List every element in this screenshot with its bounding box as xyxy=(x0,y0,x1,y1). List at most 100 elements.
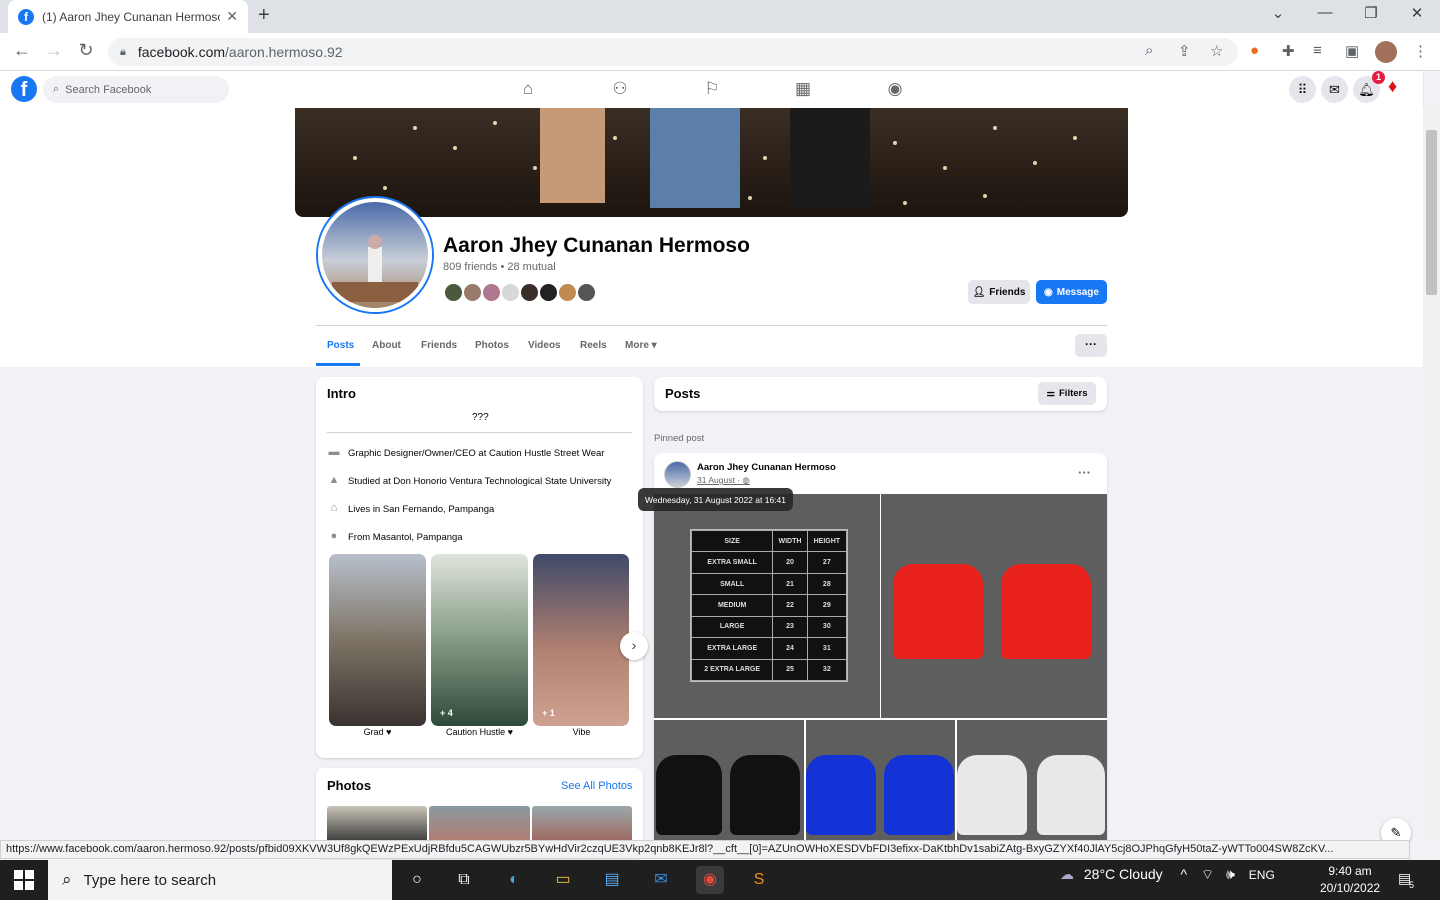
puzzle-extensions-icon[interactable]: ✚ xyxy=(1282,42,1295,60)
menu-grid-icon[interactable]: ⠿ xyxy=(1289,76,1316,103)
weather-text[interactable]: 28°C Cloudy xyxy=(1084,866,1163,882)
windows-start-icon[interactable] xyxy=(14,870,34,890)
size-cell: 30 xyxy=(806,615,848,639)
facebook-favicon-icon: f xyxy=(18,8,34,25)
bookmark-star-icon[interactable]: ☆ xyxy=(1210,42,1223,60)
featured-collection-grad[interactable] xyxy=(329,554,426,726)
tab-close-icon[interactable]: ✕ xyxy=(226,8,238,25)
browser-tab[interactable]: f (1) Aaron Jhey Cunanan Hermoso ✕ xyxy=(8,0,248,33)
tab-more[interactable]: More ▾ xyxy=(625,340,657,351)
post-author-avatar[interactable] xyxy=(664,461,691,488)
wifi-icon[interactable]: ⌔ xyxy=(1201,866,1214,882)
profile-picture[interactable] xyxy=(318,198,432,312)
red-shirt-front xyxy=(893,564,983,659)
marketplace-icon[interactable]: ▦ xyxy=(788,79,818,99)
zoom-icon[interactable]: ⌕ xyxy=(1145,42,1153,59)
featured-collection-vibe[interactable]: + 1 xyxy=(533,554,629,726)
notification-count: 5 xyxy=(1409,880,1415,890)
edge-icon[interactable]: ◐ xyxy=(500,866,528,894)
restore-button[interactable]: ❐ xyxy=(1356,4,1386,22)
taskbar-search-box[interactable]: ⌕ Type here to search xyxy=(48,860,392,900)
bio-text: ??? xyxy=(472,412,489,423)
size-cell: 21 xyxy=(772,572,808,596)
chevron-right-icon[interactable]: › xyxy=(620,632,648,660)
mutual-friend-avatar[interactable] xyxy=(443,282,464,303)
chrome-icon[interactable]: ◉ xyxy=(696,866,724,894)
media-control-icon[interactable]: ≡ xyxy=(1313,42,1322,59)
facebook-logo[interactable]: f xyxy=(11,76,37,102)
mutual-friend-avatar[interactable] xyxy=(576,282,597,303)
mutual-friend-avatar[interactable] xyxy=(462,282,483,303)
tab-friends[interactable]: Friends xyxy=(421,340,457,351)
sublime-icon[interactable]: S xyxy=(745,866,773,894)
friends-icon[interactable]: ⚇ xyxy=(605,79,635,99)
friends-button[interactable]: 👤︎ Friends xyxy=(968,280,1030,304)
white-shirt-front xyxy=(957,755,1027,835)
side-panel-icon[interactable]: ▣ xyxy=(1345,42,1359,60)
intro-item-lives: ⌂ Lives in San Fernando, Pampanga xyxy=(327,502,495,516)
extension-icon[interactable]: ● xyxy=(1250,42,1259,59)
post-author-name[interactable]: Aaron Jhey Cunanan Hermoso xyxy=(697,462,836,473)
close-window-button[interactable]: ✕ xyxy=(1402,4,1432,22)
volume-icon[interactable]: 🕪︎ xyxy=(1226,866,1235,882)
mutual-friend-avatar[interactable] xyxy=(500,282,521,303)
tab-videos[interactable]: Videos xyxy=(528,340,561,351)
store-icon[interactable]: ▤ xyxy=(598,866,626,894)
system-clock[interactable]: 9:40 am 20/10/2022 xyxy=(1320,863,1380,897)
mutual-friend-avatar[interactable] xyxy=(481,282,502,303)
back-icon[interactable]: ← xyxy=(10,40,34,61)
featured-label: Caution Hustle ♥ xyxy=(446,727,513,737)
facebook-search-input[interactable]: ⌕ Search Facebook xyxy=(43,76,229,103)
size-cell: 2 EXTRA LARGE xyxy=(690,658,774,682)
size-cell: LARGE xyxy=(690,615,774,639)
mutual-friend-avatar[interactable] xyxy=(557,282,578,303)
address-bar[interactable]: 🔒︎ facebook.com/aaron.hermoso.92 xyxy=(108,38,1238,66)
see-all-photos-link[interactable]: See All Photos xyxy=(561,780,633,792)
mutual-friend-avatar[interactable] xyxy=(538,282,559,303)
post-date-link[interactable]: 31 August · ◍ xyxy=(697,475,750,486)
mutual-friend-avatar[interactable] xyxy=(519,282,540,303)
reload-icon[interactable]: ↻ xyxy=(74,40,98,61)
tab-reels[interactable]: Reels xyxy=(580,340,607,351)
new-tab-button[interactable]: + xyxy=(258,4,270,27)
messenger-icon[interactable]: ✉ xyxy=(1321,76,1348,103)
chevron-up-icon[interactable]: ^ xyxy=(1181,866,1188,882)
forward-icon[interactable]: → xyxy=(42,40,66,61)
account-avatar[interactable]: ♦ xyxy=(1388,76,1412,100)
tab-posts[interactable]: Posts xyxy=(327,340,354,351)
cortana-icon[interactable]: ○ xyxy=(403,866,431,894)
tab-about[interactable]: About xyxy=(372,340,401,351)
mail-icon[interactable]: ✉ xyxy=(647,866,675,894)
cloud-icon: ☁ xyxy=(1060,866,1074,882)
tab-search-icon[interactable]: ⌄ xyxy=(1263,4,1293,22)
tab-photos[interactable]: Photos xyxy=(475,340,509,351)
post-image-white-shirts[interactable] xyxy=(957,720,1107,840)
friends-count[interactable]: 809 friends • 28 mutual xyxy=(443,261,556,273)
message-button[interactable]: ◉ Message xyxy=(1036,280,1107,304)
size-cell: 20 xyxy=(772,551,808,574)
filters-button[interactable]: ⚌ Filters xyxy=(1038,382,1096,405)
post-options-icon[interactable]: ··· xyxy=(1078,465,1091,480)
profile-more-button[interactable]: ··· xyxy=(1075,334,1107,357)
cover-photo[interactable] xyxy=(295,108,1128,217)
post-image-red-shirts[interactable] xyxy=(881,494,1107,718)
minimize-button[interactable]: — xyxy=(1310,4,1340,21)
size-cell: 29 xyxy=(806,594,848,617)
scrollbar-thumb[interactable] xyxy=(1426,130,1437,295)
groups-icon[interactable]: ◉ xyxy=(880,79,910,99)
system-tray: ☁ 28°C Cloudy ^ ⌔ 🕪︎ ENG xyxy=(1060,866,1275,884)
task-view-icon[interactable]: ⧉ xyxy=(450,866,478,894)
taskbar-search-placeholder: Type here to search xyxy=(83,871,217,889)
post-image-black-shirts[interactable] xyxy=(654,720,804,840)
post-image-blue-shirts[interactable] xyxy=(806,720,955,840)
home-icon[interactable]: ⌂ xyxy=(513,79,543,99)
featured-collection-caution-hustle[interactable]: + 4 xyxy=(431,554,528,726)
language-indicator[interactable]: ENG xyxy=(1249,868,1275,882)
size-cell: 27 xyxy=(806,551,848,574)
profile-avatar[interactable] xyxy=(1375,41,1397,63)
size-cell: 31 xyxy=(806,637,848,660)
share-icon[interactable]: ⇪ xyxy=(1178,42,1191,60)
chrome-menu-icon[interactable]: ⋮ xyxy=(1413,42,1428,60)
file-explorer-icon[interactable]: ▭ xyxy=(549,866,577,894)
pages-flag-icon[interactable]: ⚐ xyxy=(697,79,727,99)
